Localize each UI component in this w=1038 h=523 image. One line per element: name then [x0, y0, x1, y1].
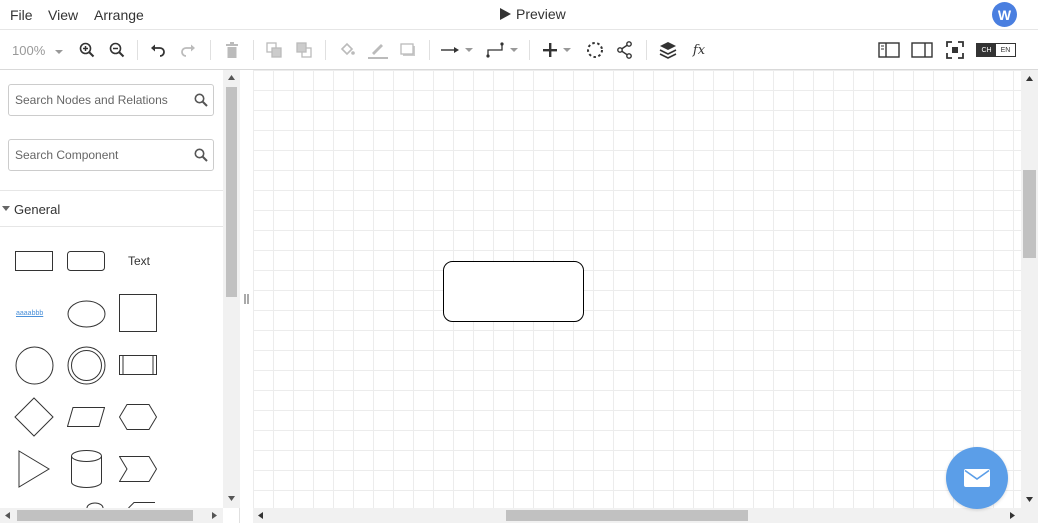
diagram-canvas[interactable]	[253, 70, 1021, 508]
preview-label: Preview	[516, 6, 566, 22]
rounded-rectangle-shape[interactable]	[67, 251, 105, 271]
zoom-in-icon[interactable]	[77, 40, 97, 60]
chevron-down-icon	[465, 48, 473, 52]
search-nodes-input[interactable]	[9, 85, 179, 115]
play-icon	[500, 8, 511, 20]
scrollbar-corner	[1021, 508, 1038, 523]
zoom-dropdown[interactable]: 100%	[12, 43, 63, 58]
diamond-shape[interactable]	[14, 397, 54, 437]
divider	[529, 40, 530, 60]
zoom-out-icon[interactable]	[107, 40, 127, 60]
bring-front-icon[interactable]	[264, 40, 284, 60]
menu-view[interactable]: View	[48, 7, 78, 23]
chevron-down-icon	[2, 206, 10, 211]
menu-bar: File View Arrange Preview W	[0, 0, 1038, 30]
search-component-box	[8, 139, 214, 171]
shape-sidebar: General Text aaaabbb	[0, 70, 240, 523]
sidebar-horizontal-scroll-thumb[interactable]	[17, 510, 193, 521]
elbow-connector-icon	[486, 42, 504, 58]
search-icon[interactable]	[194, 93, 208, 107]
share-icon[interactable]	[615, 40, 635, 60]
search-nodes-box	[8, 84, 214, 116]
layers-icon[interactable]	[657, 40, 679, 60]
canvas-horizontal-scroll-thumb[interactable]	[506, 510, 748, 521]
process-shape[interactable]	[119, 355, 157, 375]
lang-ch[interactable]: CH	[977, 44, 996, 56]
sidebar-vertical-scrollbar[interactable]	[223, 70, 240, 508]
toggle-left-panel-icon[interactable]	[877, 40, 901, 60]
plus-icon	[543, 43, 557, 57]
lang-en[interactable]: EN	[996, 44, 1015, 56]
fullscreen-icon[interactable]	[944, 40, 966, 60]
sidebar-horizontal-scrollbar[interactable]	[0, 508, 223, 523]
search-component-input[interactable]	[9, 140, 179, 170]
double-circle-shape[interactable]	[67, 346, 106, 385]
chevron-right-icon[interactable]	[212, 512, 217, 519]
chevron-down-icon[interactable]	[228, 496, 235, 501]
chevron-right-icon[interactable]	[1010, 512, 1015, 519]
search-icon[interactable]	[194, 148, 208, 162]
divider	[253, 40, 254, 60]
heading-shape[interactable]: aaaabbb	[16, 310, 43, 317]
triangle-shape[interactable]	[18, 450, 50, 488]
divider	[137, 40, 138, 60]
menu-arrange[interactable]: Arrange	[94, 7, 144, 23]
shadow-icon[interactable]	[398, 40, 418, 60]
toggle-right-panel-icon[interactable]	[910, 40, 934, 60]
hexagon-shape[interactable]	[119, 404, 157, 430]
circle-shape[interactable]	[15, 346, 54, 385]
sidebar-resize-handle[interactable]	[244, 291, 249, 304]
formula-icon[interactable]: fx	[688, 40, 710, 60]
insert-dropdown[interactable]	[540, 40, 574, 60]
square-shape[interactable]	[119, 294, 157, 332]
divider	[646, 40, 647, 60]
undo-icon[interactable]	[148, 40, 168, 60]
arrow-right-icon	[441, 47, 459, 53]
canvas-horizontal-scrollbar[interactable]	[253, 508, 1021, 523]
section-general[interactable]: General	[0, 190, 223, 227]
rounded-rectangle-node[interactable]	[443, 261, 585, 323]
ellipse-shape[interactable]	[67, 300, 106, 328]
redo-icon[interactable]	[178, 40, 198, 60]
chevron-left-icon[interactable]	[5, 512, 10, 519]
rectangle-shape[interactable]	[15, 251, 53, 271]
canvas-vertical-scroll-thumb[interactable]	[1023, 170, 1036, 258]
waypoint-style-dropdown[interactable]	[485, 40, 519, 60]
divider	[210, 40, 211, 60]
toolbar: 100% fx CH EN	[0, 30, 1038, 70]
text-shape[interactable]: Text	[128, 254, 150, 268]
delete-icon[interactable]	[222, 40, 242, 60]
chevron-up-icon[interactable]	[1026, 76, 1033, 81]
divider	[429, 40, 430, 60]
chevron-down-icon	[54, 49, 63, 54]
loading-circle-icon[interactable]	[585, 40, 605, 60]
menu-file[interactable]: File	[10, 7, 33, 23]
section-general-label: General	[14, 202, 61, 217]
zoom-value: 100%	[12, 43, 46, 58]
line-color-icon[interactable]	[367, 40, 389, 60]
fill-color-icon[interactable]	[337, 40, 357, 60]
language-toggle[interactable]: CH EN	[976, 43, 1016, 57]
chevron-left-icon[interactable]	[258, 512, 263, 519]
chevron-down-icon	[510, 48, 518, 52]
divider	[325, 40, 326, 60]
contact-fab[interactable]	[946, 447, 1008, 509]
chevron-up-icon[interactable]	[228, 75, 235, 80]
preview-button[interactable]: Preview	[498, 6, 566, 22]
avatar[interactable]: W	[992, 2, 1017, 27]
mail-icon	[964, 469, 990, 487]
chevron-down-icon	[563, 48, 571, 52]
sidebar-vertical-scroll-thumb[interactable]	[226, 87, 237, 297]
cylinder-shape[interactable]	[71, 450, 102, 488]
connector-style-dropdown[interactable]	[440, 40, 474, 60]
chevron-down-icon[interactable]	[1026, 497, 1033, 502]
parallelogram-shape[interactable]	[67, 407, 105, 427]
step-shape[interactable]	[119, 456, 157, 482]
send-back-icon[interactable]	[294, 40, 314, 60]
canvas-vertical-scrollbar[interactable]	[1021, 70, 1038, 508]
